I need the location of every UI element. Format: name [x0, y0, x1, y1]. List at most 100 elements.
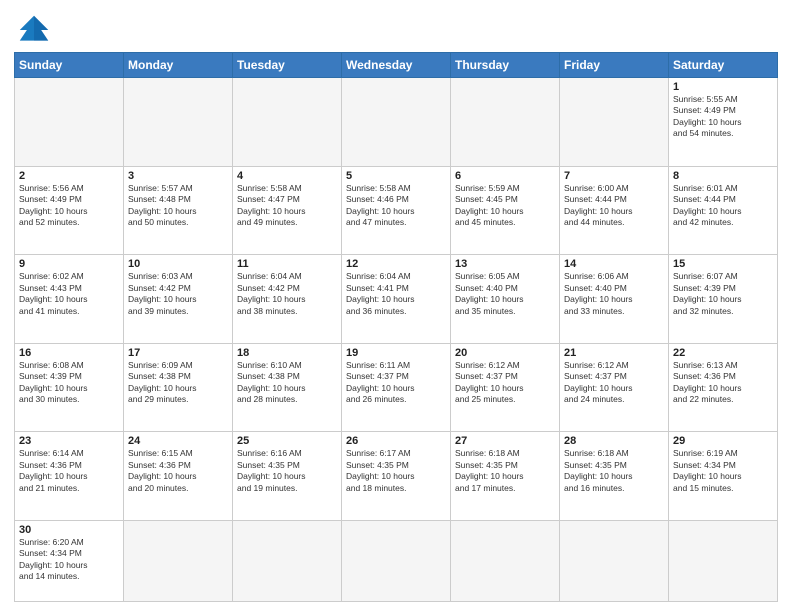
calendar-cell	[342, 520, 451, 601]
day-number: 2	[19, 170, 119, 182]
logo	[14, 14, 58, 46]
day-info: Sunrise: 6:09 AM Sunset: 4:38 PM Dayligh…	[128, 360, 228, 406]
day-number: 24	[128, 435, 228, 447]
calendar-dow-wednesday: Wednesday	[342, 53, 451, 78]
day-info: Sunrise: 6:04 AM Sunset: 4:42 PM Dayligh…	[237, 271, 337, 317]
calendar-cell: 4Sunrise: 5:58 AM Sunset: 4:47 PM Daylig…	[233, 166, 342, 255]
day-number: 23	[19, 435, 119, 447]
day-number: 17	[128, 347, 228, 359]
calendar-dow-thursday: Thursday	[451, 53, 560, 78]
day-info: Sunrise: 6:17 AM Sunset: 4:35 PM Dayligh…	[346, 448, 446, 494]
day-number: 16	[19, 347, 119, 359]
day-number: 20	[455, 347, 555, 359]
calendar-week-4: 23Sunrise: 6:14 AM Sunset: 4:36 PM Dayli…	[15, 432, 778, 521]
calendar-cell: 28Sunrise: 6:18 AM Sunset: 4:35 PM Dayli…	[560, 432, 669, 521]
calendar-cell: 15Sunrise: 6:07 AM Sunset: 4:39 PM Dayli…	[669, 255, 778, 344]
calendar-cell: 1Sunrise: 5:55 AM Sunset: 4:49 PM Daylig…	[669, 78, 778, 167]
calendar-cell: 12Sunrise: 6:04 AM Sunset: 4:41 PM Dayli…	[342, 255, 451, 344]
calendar-table: SundayMondayTuesdayWednesdayThursdayFrid…	[14, 52, 778, 602]
day-number: 3	[128, 170, 228, 182]
day-info: Sunrise: 5:57 AM Sunset: 4:48 PM Dayligh…	[128, 183, 228, 229]
calendar-cell: 27Sunrise: 6:18 AM Sunset: 4:35 PM Dayli…	[451, 432, 560, 521]
calendar-cell	[451, 78, 560, 167]
calendar-cell: 19Sunrise: 6:11 AM Sunset: 4:37 PM Dayli…	[342, 343, 451, 432]
day-info: Sunrise: 6:00 AM Sunset: 4:44 PM Dayligh…	[564, 183, 664, 229]
day-number: 9	[19, 258, 119, 270]
calendar-cell	[451, 520, 560, 601]
calendar-cell	[669, 520, 778, 601]
calendar-dow-monday: Monday	[124, 53, 233, 78]
calendar-cell: 6Sunrise: 5:59 AM Sunset: 4:45 PM Daylig…	[451, 166, 560, 255]
day-number: 5	[346, 170, 446, 182]
logo-icon	[14, 14, 54, 46]
calendar-header-row: SundayMondayTuesdayWednesdayThursdayFrid…	[15, 53, 778, 78]
calendar-cell: 2Sunrise: 5:56 AM Sunset: 4:49 PM Daylig…	[15, 166, 124, 255]
calendar-cell: 22Sunrise: 6:13 AM Sunset: 4:36 PM Dayli…	[669, 343, 778, 432]
calendar-dow-friday: Friday	[560, 53, 669, 78]
day-info: Sunrise: 5:58 AM Sunset: 4:46 PM Dayligh…	[346, 183, 446, 229]
calendar-cell	[233, 520, 342, 601]
day-number: 4	[237, 170, 337, 182]
calendar-cell: 11Sunrise: 6:04 AM Sunset: 4:42 PM Dayli…	[233, 255, 342, 344]
calendar-cell: 25Sunrise: 6:16 AM Sunset: 4:35 PM Dayli…	[233, 432, 342, 521]
day-info: Sunrise: 6:06 AM Sunset: 4:40 PM Dayligh…	[564, 271, 664, 317]
calendar-week-2: 9Sunrise: 6:02 AM Sunset: 4:43 PM Daylig…	[15, 255, 778, 344]
day-number: 21	[564, 347, 664, 359]
header	[14, 10, 778, 46]
calendar-week-1: 2Sunrise: 5:56 AM Sunset: 4:49 PM Daylig…	[15, 166, 778, 255]
calendar-cell	[560, 78, 669, 167]
day-info: Sunrise: 6:18 AM Sunset: 4:35 PM Dayligh…	[455, 448, 555, 494]
calendar-cell: 5Sunrise: 5:58 AM Sunset: 4:46 PM Daylig…	[342, 166, 451, 255]
day-info: Sunrise: 5:58 AM Sunset: 4:47 PM Dayligh…	[237, 183, 337, 229]
calendar-cell: 14Sunrise: 6:06 AM Sunset: 4:40 PM Dayli…	[560, 255, 669, 344]
day-number: 6	[455, 170, 555, 182]
day-info: Sunrise: 6:16 AM Sunset: 4:35 PM Dayligh…	[237, 448, 337, 494]
day-info: Sunrise: 6:07 AM Sunset: 4:39 PM Dayligh…	[673, 271, 773, 317]
calendar-dow-saturday: Saturday	[669, 53, 778, 78]
day-number: 22	[673, 347, 773, 359]
day-number: 8	[673, 170, 773, 182]
calendar-cell: 9Sunrise: 6:02 AM Sunset: 4:43 PM Daylig…	[15, 255, 124, 344]
day-number: 13	[455, 258, 555, 270]
day-info: Sunrise: 6:10 AM Sunset: 4:38 PM Dayligh…	[237, 360, 337, 406]
calendar-cell: 29Sunrise: 6:19 AM Sunset: 4:34 PM Dayli…	[669, 432, 778, 521]
calendar-cell: 24Sunrise: 6:15 AM Sunset: 4:36 PM Dayli…	[124, 432, 233, 521]
calendar-cell: 26Sunrise: 6:17 AM Sunset: 4:35 PM Dayli…	[342, 432, 451, 521]
day-info: Sunrise: 6:12 AM Sunset: 4:37 PM Dayligh…	[455, 360, 555, 406]
calendar-cell: 21Sunrise: 6:12 AM Sunset: 4:37 PM Dayli…	[560, 343, 669, 432]
calendar-cell	[124, 520, 233, 601]
day-info: Sunrise: 6:12 AM Sunset: 4:37 PM Dayligh…	[564, 360, 664, 406]
day-number: 30	[19, 524, 119, 536]
calendar-cell: 3Sunrise: 5:57 AM Sunset: 4:48 PM Daylig…	[124, 166, 233, 255]
day-number: 10	[128, 258, 228, 270]
calendar-cell: 10Sunrise: 6:03 AM Sunset: 4:42 PM Dayli…	[124, 255, 233, 344]
day-info: Sunrise: 6:03 AM Sunset: 4:42 PM Dayligh…	[128, 271, 228, 317]
calendar-cell: 30Sunrise: 6:20 AM Sunset: 4:34 PM Dayli…	[15, 520, 124, 601]
calendar-cell	[233, 78, 342, 167]
calendar-cell	[560, 520, 669, 601]
day-info: Sunrise: 6:04 AM Sunset: 4:41 PM Dayligh…	[346, 271, 446, 317]
day-info: Sunrise: 6:01 AM Sunset: 4:44 PM Dayligh…	[673, 183, 773, 229]
day-info: Sunrise: 6:14 AM Sunset: 4:36 PM Dayligh…	[19, 448, 119, 494]
calendar-cell	[342, 78, 451, 167]
day-number: 14	[564, 258, 664, 270]
day-info: Sunrise: 6:19 AM Sunset: 4:34 PM Dayligh…	[673, 448, 773, 494]
day-number: 11	[237, 258, 337, 270]
day-number: 18	[237, 347, 337, 359]
day-number: 25	[237, 435, 337, 447]
page: SundayMondayTuesdayWednesdayThursdayFrid…	[0, 0, 792, 612]
day-info: Sunrise: 6:18 AM Sunset: 4:35 PM Dayligh…	[564, 448, 664, 494]
day-number: 28	[564, 435, 664, 447]
calendar-cell: 18Sunrise: 6:10 AM Sunset: 4:38 PM Dayli…	[233, 343, 342, 432]
day-info: Sunrise: 5:59 AM Sunset: 4:45 PM Dayligh…	[455, 183, 555, 229]
day-number: 26	[346, 435, 446, 447]
day-info: Sunrise: 6:08 AM Sunset: 4:39 PM Dayligh…	[19, 360, 119, 406]
day-info: Sunrise: 6:05 AM Sunset: 4:40 PM Dayligh…	[455, 271, 555, 317]
calendar-cell: 8Sunrise: 6:01 AM Sunset: 4:44 PM Daylig…	[669, 166, 778, 255]
day-number: 7	[564, 170, 664, 182]
calendar-cell: 23Sunrise: 6:14 AM Sunset: 4:36 PM Dayli…	[15, 432, 124, 521]
day-info: Sunrise: 6:02 AM Sunset: 4:43 PM Dayligh…	[19, 271, 119, 317]
calendar-dow-sunday: Sunday	[15, 53, 124, 78]
day-info: Sunrise: 5:56 AM Sunset: 4:49 PM Dayligh…	[19, 183, 119, 229]
calendar-cell: 16Sunrise: 6:08 AM Sunset: 4:39 PM Dayli…	[15, 343, 124, 432]
